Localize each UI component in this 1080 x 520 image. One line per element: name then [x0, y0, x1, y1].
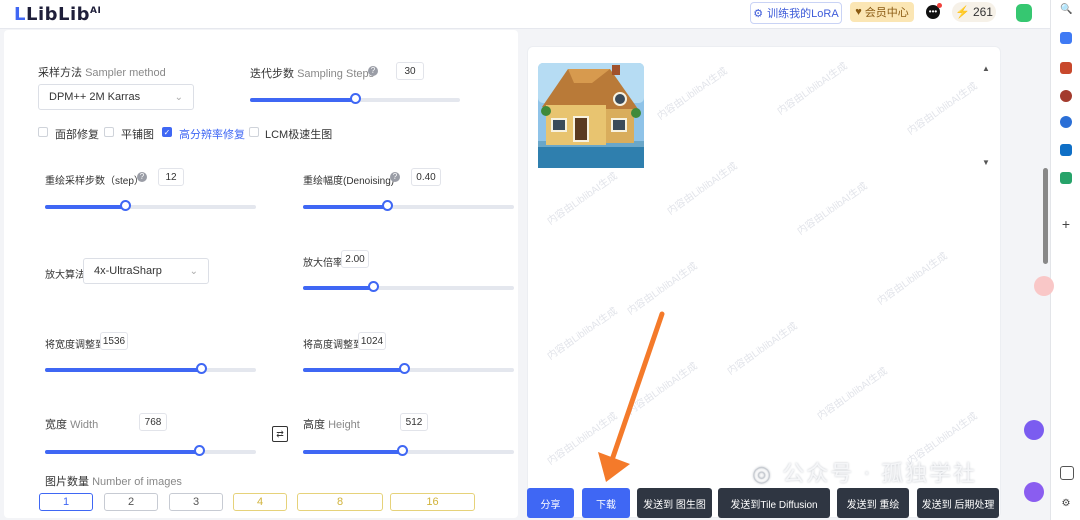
- height-slider[interactable]: [303, 445, 514, 456]
- lcm-label: LCM极速生图: [265, 129, 333, 141]
- resize-width-slider[interactable]: [45, 363, 256, 374]
- upscaler-select[interactable]: 4x-UltraSharp ⌄: [83, 258, 209, 284]
- count-option[interactable]: 4: [233, 493, 287, 511]
- top-bar: LLibLibAI ⚙ 训练我的LoRA ♥ 会员中心 ••• ⚡ 261: [0, 0, 1050, 29]
- wechat-icon: ◎: [752, 462, 774, 487]
- annotation-arrow: [598, 311, 665, 482]
- tiling-checkbox[interactable]: [104, 127, 114, 137]
- lcm-checkbox[interactable]: [249, 127, 259, 137]
- hires-fix-checkbox[interactable]: ✓: [162, 127, 172, 137]
- avatar[interactable]: [1016, 4, 1032, 22]
- denoising-slider[interactable]: [303, 200, 514, 211]
- width-label: 宽度 Width: [45, 419, 99, 431]
- brand-watermark: ◎ 公众号 · 孤独学社: [752, 462, 978, 487]
- share-button[interactable]: 分享: [527, 488, 574, 518]
- scale-slider[interactable]: [303, 281, 514, 292]
- count-option[interactable]: 1: [39, 493, 93, 511]
- sampler-select[interactable]: DPM++ 2M Karras ⌄: [38, 84, 194, 110]
- outlook-icon[interactable]: [1060, 144, 1072, 156]
- count-label: 图片数量 Number of images: [45, 476, 182, 488]
- vip-icon: ♥: [855, 6, 862, 18]
- scroll-down-icon[interactable]: ▼: [982, 158, 990, 167]
- pen-icon[interactable]: [1060, 172, 1072, 184]
- notification-dot: [937, 3, 942, 8]
- width-slider[interactable]: [45, 445, 256, 456]
- settings-icon[interactable]: ⚙: [1060, 498, 1072, 510]
- steps-slider[interactable]: [250, 93, 460, 104]
- slider-handle[interactable]: [350, 93, 361, 104]
- scroll-up-icon[interactable]: ▲: [982, 64, 990, 73]
- sampler-label: 采样方法 Sampler method: [38, 67, 166, 79]
- count-option[interactable]: 2: [104, 493, 158, 511]
- screenshot-icon[interactable]: [1060, 466, 1074, 480]
- train-lora-button[interactable]: ⚙ 训练我的LoRA: [750, 2, 842, 24]
- denoising-label: 重绘幅度(Denoising): [303, 176, 395, 187]
- width-input[interactable]: 768: [139, 413, 167, 431]
- liblib-logo[interactable]: LLibLibAI: [14, 4, 101, 25]
- height-label: 高度 Height: [303, 419, 360, 431]
- search-icon[interactable]: 🔍: [1060, 4, 1072, 16]
- chevron-down-icon: ⌄: [189, 265, 198, 277]
- help-icon[interactable]: ?: [368, 66, 378, 76]
- upscaler-label: 放大算法: [45, 270, 85, 281]
- count-option[interactable]: 16: [390, 493, 475, 511]
- translate-icon[interactable]: [1024, 420, 1044, 440]
- face-restore-checkbox[interactable]: [38, 127, 48, 137]
- resize-height-input[interactable]: 1024: [358, 332, 386, 350]
- hires-steps-label: 重绘采样步数（step）: [45, 176, 144, 187]
- chevron-down-icon: ⌄: [174, 91, 183, 103]
- hires-steps-slider[interactable]: [45, 200, 256, 211]
- float-bubble-icon[interactable]: [1034, 276, 1054, 296]
- browser-sidebar: 🔍 + ⚙: [1050, 0, 1080, 520]
- hires-fix-label: 高分辨率修复: [179, 129, 245, 141]
- download-button[interactable]: 下载: [582, 488, 630, 518]
- send-to-img2img-button[interactable]: 发送到 图生图: [637, 488, 712, 518]
- help-icon[interactable]: ?: [137, 172, 147, 182]
- scale-input[interactable]: 2.00: [341, 250, 369, 268]
- count-option[interactable]: 8: [297, 493, 383, 511]
- resize-height-slider[interactable]: [303, 363, 514, 374]
- denoising-input[interactable]: 0.40: [411, 168, 441, 186]
- assistant-icon[interactable]: [1024, 482, 1044, 502]
- height-input[interactable]: 512: [400, 413, 428, 431]
- office-icon[interactable]: [1060, 116, 1072, 128]
- generated-image-thumbnail[interactable]: [538, 63, 644, 168]
- steps-label: 迭代步数 Sampling Steps: [250, 68, 375, 80]
- toolbox-icon[interactable]: [1060, 62, 1072, 74]
- slider-handle[interactable]: [194, 445, 206, 456]
- count-option[interactable]: 3: [169, 493, 223, 511]
- lora-icon: ⚙: [753, 7, 764, 20]
- scale-label: 放大倍率: [303, 258, 343, 269]
- steps-input[interactable]: 30: [396, 62, 424, 80]
- lightning-icon: ⚡: [955, 5, 970, 19]
- person-icon[interactable]: [1060, 90, 1072, 102]
- add-icon[interactable]: +: [1060, 217, 1072, 231]
- help-icon[interactable]: ?: [390, 172, 400, 182]
- hires-steps-input[interactable]: 12: [158, 168, 184, 186]
- slider-handle[interactable]: [367, 281, 379, 292]
- vip-center-button[interactable]: ♥ 会员中心: [850, 2, 914, 22]
- send-to-tile-diffusion-button[interactable]: 发送到Tile Diffusion: [718, 488, 830, 518]
- resize-width-input[interactable]: 1536: [100, 332, 128, 350]
- tag-icon[interactable]: [1060, 32, 1072, 44]
- credits-badge[interactable]: ⚡ 261: [952, 2, 996, 22]
- send-to-postprocess-button[interactable]: 发送到 后期处理: [917, 488, 999, 518]
- scrollbar[interactable]: [1043, 168, 1048, 264]
- face-restore-label: 面部修复: [55, 129, 99, 141]
- tiling-label: 平铺图: [121, 129, 154, 141]
- resize-width-label: 将宽度调整到: [45, 340, 105, 351]
- send-to-inpaint-button[interactable]: 发送到 重绘: [837, 488, 909, 518]
- resize-height-label: 将高度调整到: [303, 340, 363, 351]
- swap-dimensions-icon[interactable]: ⇄: [272, 426, 288, 442]
